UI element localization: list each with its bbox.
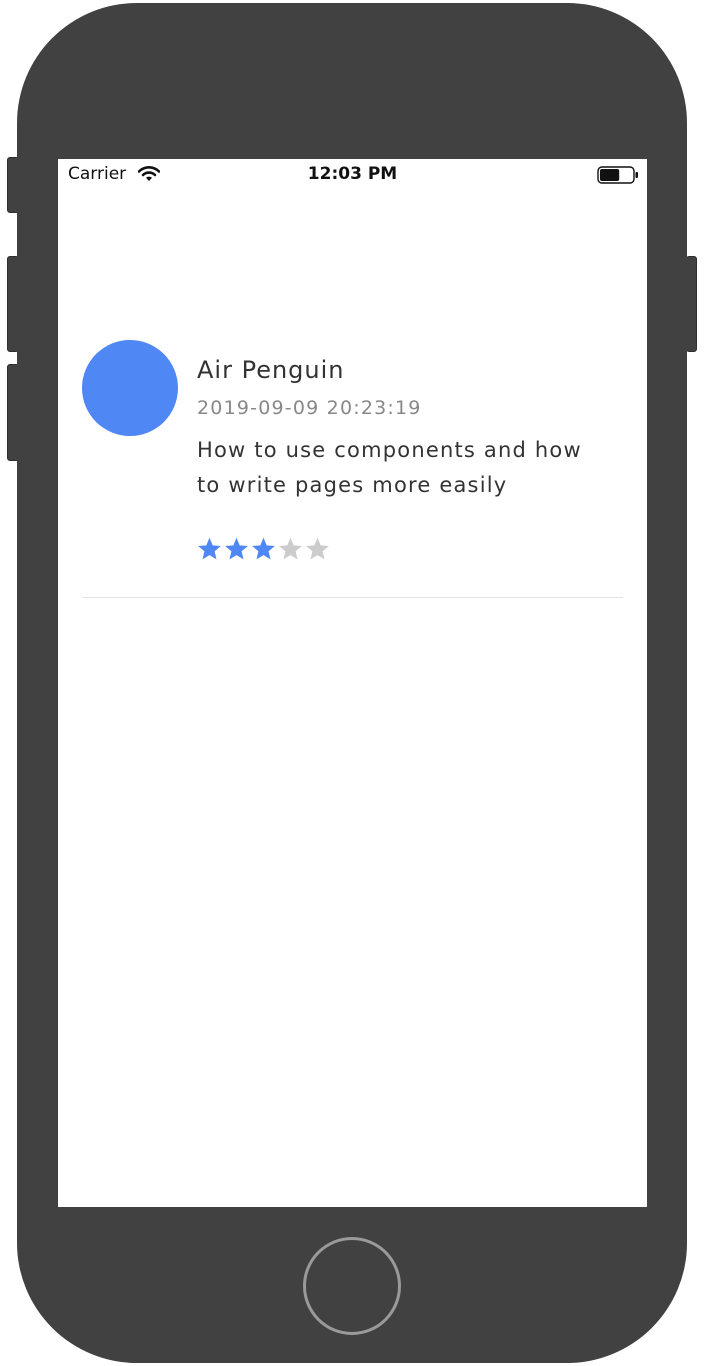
star-empty-icon[interactable] [304, 536, 331, 562]
comment-content: How to use components and how to write p… [197, 438, 582, 497]
star-filled-icon[interactable] [196, 536, 223, 562]
star-filled-icon[interactable] [223, 536, 250, 562]
comment-author: Air Penguin [197, 356, 345, 384]
battery-icon [597, 166, 638, 184]
status-bar: Carrier 12:03 PM [58, 159, 647, 191]
status-time: 12:03 PM [307, 164, 398, 184]
home-button[interactable] [303, 1237, 401, 1335]
screen: Carrier 12:03 PM Air Penguin 2019-09-09 … [58, 159, 647, 1207]
star-empty-icon[interactable] [277, 536, 304, 562]
star-rating [196, 536, 331, 564]
avatar[interactable] [82, 340, 178, 436]
comment-timestamp: 2019-09-09 20:23:19 [197, 397, 422, 419]
power-button[interactable] [686, 256, 697, 352]
star-filled-icon[interactable] [250, 536, 277, 562]
comment-item: Air Penguin 2019-09-09 20:23:19 How to u… [82, 340, 623, 598]
